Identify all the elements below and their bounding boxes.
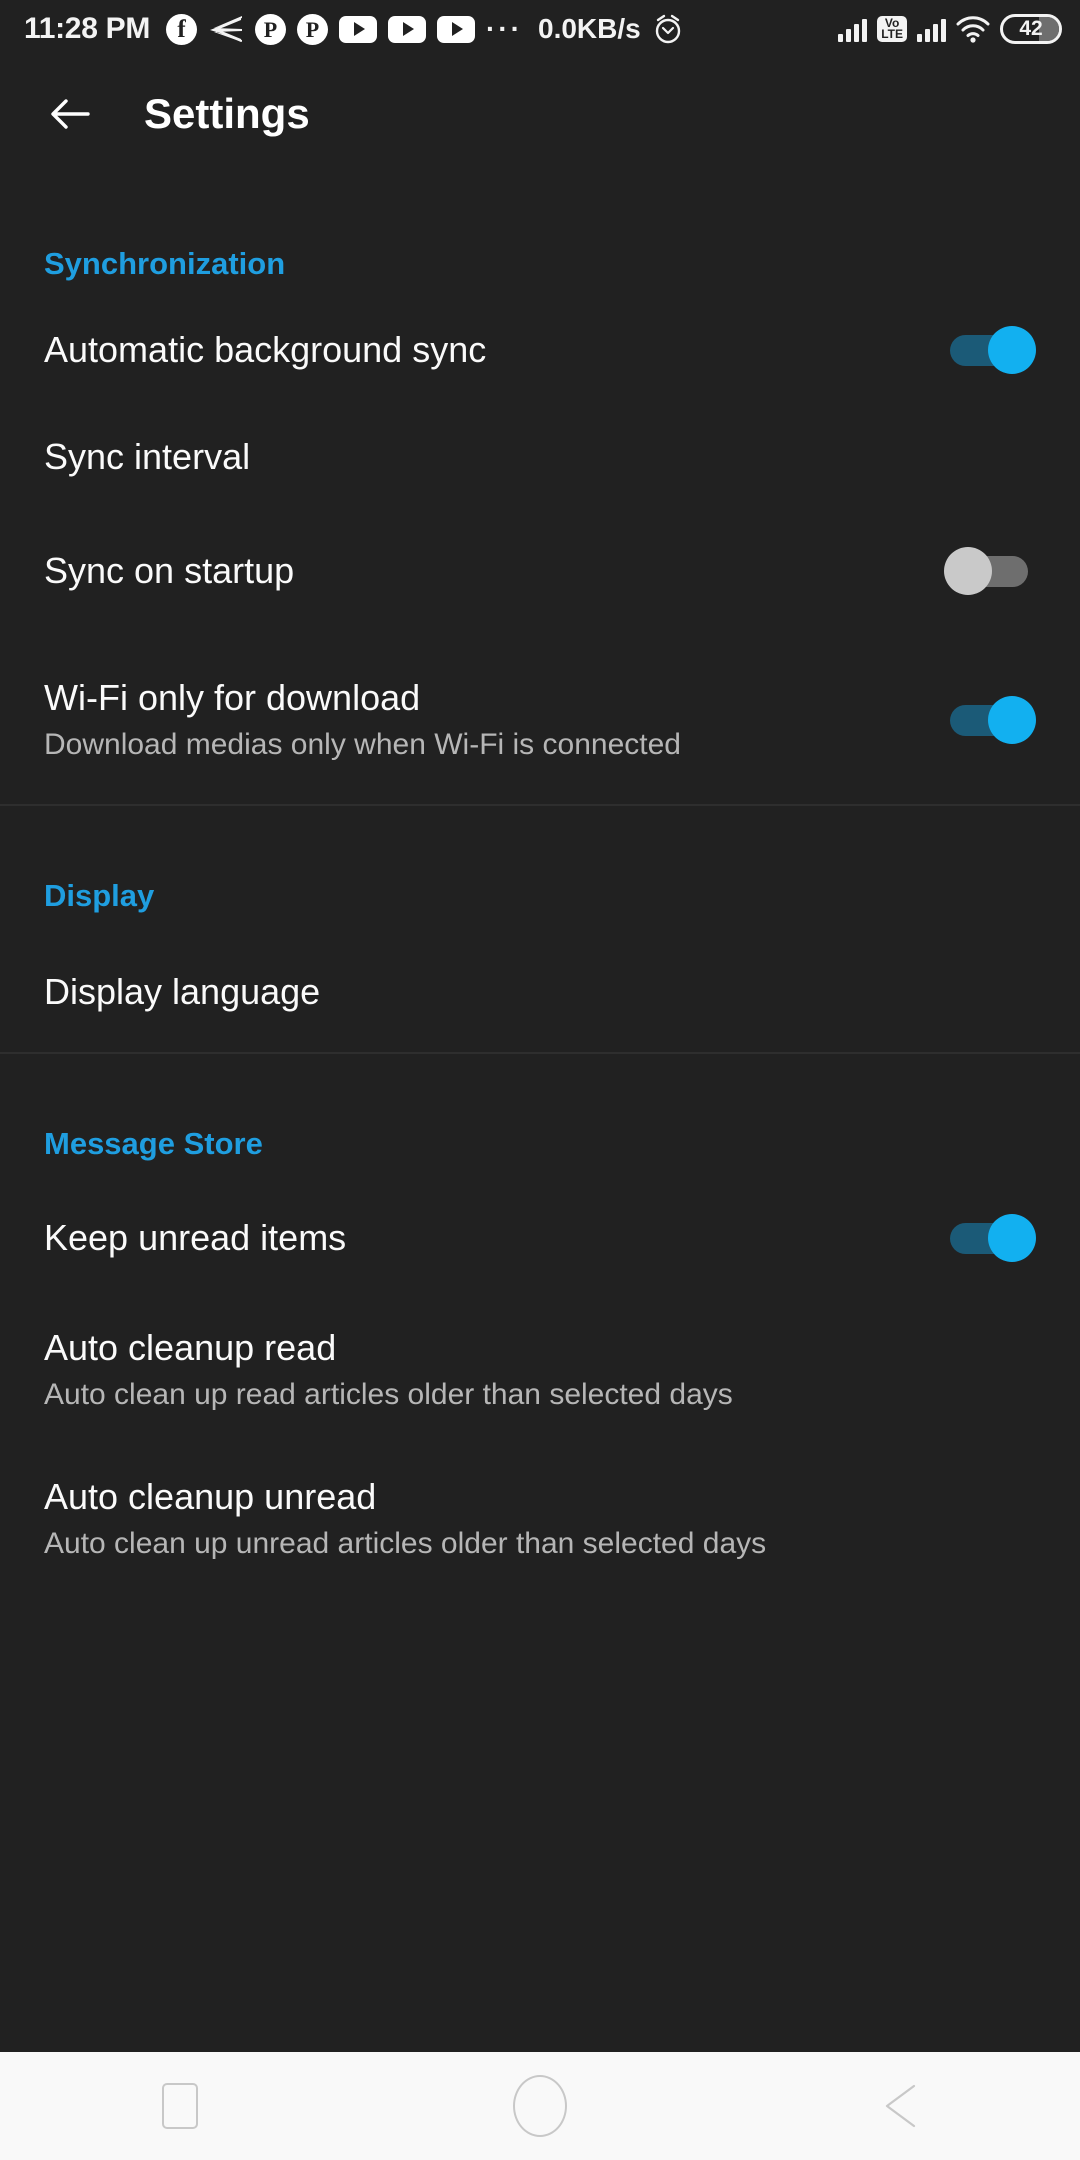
section-header-synchronization: Synchronization [44, 246, 286, 281]
circle-icon [513, 2075, 567, 2137]
row-texts: Auto cleanup unread Auto clean up unread… [44, 1475, 1036, 1564]
facebook-glyph: f [166, 13, 198, 45]
page-title: Settings [144, 90, 310, 137]
signal-bars-icon-1 [838, 16, 868, 42]
battery-icon: 42 [1000, 14, 1062, 44]
setting-row-sync-interval[interactable]: Sync interval [0, 402, 1080, 512]
alarm-shape [655, 14, 680, 44]
toggle-keep-unread-items[interactable] [944, 1214, 1036, 1262]
pinterest-icon: P [255, 13, 287, 45]
nav-back-button[interactable] [720, 2082, 1080, 2130]
row-title: Automatic background sync [44, 329, 487, 371]
wifi-shape [956, 16, 990, 43]
triangle-icon [883, 2082, 917, 2130]
switch-thumb [988, 326, 1036, 374]
youtube-icon [388, 15, 427, 43]
toggle-sync-on-startup[interactable] [944, 547, 1036, 595]
wifi-icon [956, 15, 990, 43]
setting-row-wifi-only-for-download[interactable]: Wi-Fi only for download Download medias … [0, 630, 1080, 804]
switch-thumb [988, 1214, 1036, 1262]
back-button[interactable] [46, 90, 94, 138]
setting-row-auto-cleanup-read[interactable]: Auto cleanup read Auto clean up read art… [0, 1296, 1080, 1444]
row-texts: Automatic background sync [44, 328, 944, 372]
section-header-display: Display [44, 878, 155, 913]
pinterest-icon: P [297, 13, 329, 45]
battery-level-text: 42 [1019, 17, 1043, 40]
pinterest-glyph: P [255, 13, 287, 45]
row-texts: Auto cleanup read Auto clean up read art… [44, 1326, 1036, 1415]
row-title: Auto cleanup unread [44, 1475, 377, 1517]
volte-badge-icon: Vo LTE [877, 16, 907, 42]
row-title: Wi-Fi only for download [44, 676, 421, 718]
setting-row-keep-unread-items[interactable]: Keep unread items [0, 1180, 1080, 1296]
row-texts: Wi-Fi only for download Download medias … [44, 676, 944, 765]
switch-thumb [944, 547, 992, 595]
status-bar: 11:28 PM f P P ··· 0.0KB/s Vo LTE 42 [0, 0, 1080, 58]
row-subtitle: Auto clean up unread articles older than… [44, 1527, 767, 1561]
row-title: Display language [44, 971, 321, 1013]
toggle-automatic-background-sync[interactable] [944, 326, 1036, 374]
setting-row-automatic-background-sync[interactable]: Automatic background sync [0, 298, 1080, 402]
app-bar: Settings [0, 58, 1080, 170]
phone-screen: 11:28 PM f P P ··· 0.0KB/s Vo LTE 42 Set… [0, 0, 1080, 2160]
row-texts: Display language [44, 970, 1036, 1014]
notification-icons: f P P ··· 0.0KB/s [166, 13, 838, 45]
triangle-shape [885, 2084, 916, 2128]
pinterest-glyph: P [297, 13, 329, 45]
youtube-icon [339, 15, 378, 43]
toggle-wifi-only-for-download[interactable] [944, 696, 1036, 744]
signal-bars-icon-2 [917, 16, 946, 42]
square-icon [162, 2083, 198, 2129]
youtube-icon [437, 15, 476, 43]
row-subtitle: Auto clean up read articles older than s… [44, 1378, 733, 1412]
row-texts: Sync on startup [44, 549, 944, 593]
row-texts: Sync interval [44, 435, 1036, 479]
setting-row-display-language[interactable]: Display language [0, 932, 1080, 1052]
nav-home-button[interactable] [360, 2075, 720, 2137]
facebook-icon: f [166, 13, 198, 45]
row-subtitle: Download medias only when Wi-Fi is conne… [44, 728, 681, 762]
volte-line-2: LTE [881, 27, 903, 41]
settings-list: Synchronization Automatic background syn… [0, 170, 1080, 1594]
overflow-dots-icon: ··· [486, 13, 523, 44]
setting-row-sync-on-startup[interactable]: Sync on startup [0, 512, 1080, 630]
setting-row-auto-cleanup-unread[interactable]: Auto cleanup unread Auto clean up unread… [0, 1444, 1080, 1594]
row-title: Sync on startup [44, 550, 295, 592]
messenger-arrow-shape [210, 16, 243, 42]
system-navigation-bar [0, 2052, 1080, 2160]
row-texts: Keep unread items [44, 1216, 944, 1260]
status-bar-clock: 11:28 PM [24, 12, 151, 45]
status-bar-right: Vo LTE 42 [838, 14, 1062, 44]
back-arrow-icon [51, 99, 90, 129]
alarm-clock-icon [652, 13, 684, 45]
messenger-icon [208, 14, 244, 44]
network-speed-text: 0.0KB/s [538, 13, 641, 44]
nav-recents-button[interactable] [0, 2083, 360, 2129]
row-title: Keep unread items [44, 1217, 347, 1259]
switch-thumb [988, 696, 1036, 744]
row-title: Sync interval [44, 436, 251, 478]
section-header-message-store: Message Store [44, 1126, 263, 1161]
row-title: Auto cleanup read [44, 1326, 337, 1368]
